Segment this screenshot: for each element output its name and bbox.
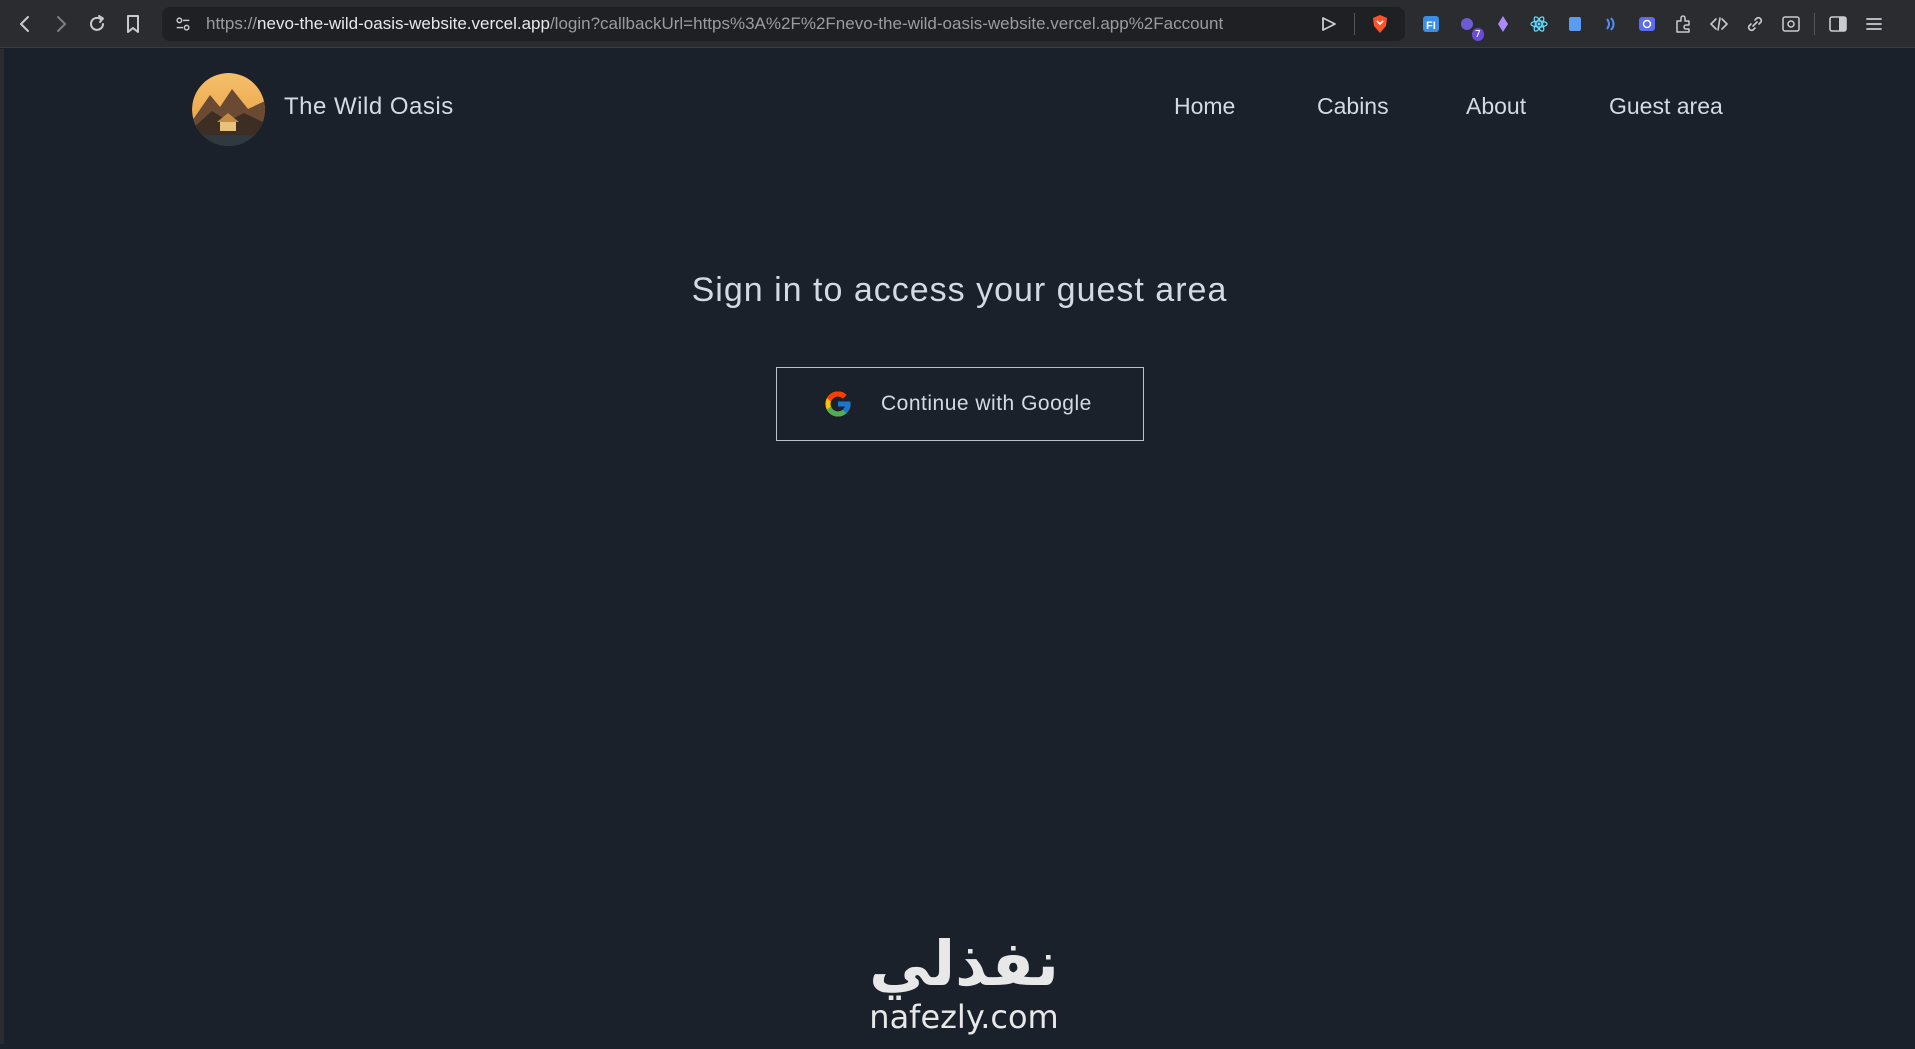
- url-host: nevo-the-wild-oasis-website.vercel.app: [257, 14, 550, 33]
- extension-fi-icon[interactable]: FI: [1418, 11, 1444, 37]
- extension-badge-icon[interactable]: 7: [1454, 11, 1484, 41]
- nav-cabins[interactable]: Cabins: [1317, 93, 1389, 120]
- extension-camera-icon[interactable]: [1634, 11, 1660, 37]
- google-icon: [825, 391, 851, 417]
- link-icon[interactable]: [1742, 11, 1768, 37]
- react-devtools-icon[interactable]: [1526, 11, 1552, 37]
- browser-toolbar: https://nevo-the-wild-oasis-website.verc…: [0, 0, 1915, 48]
- svg-text:FI: FI: [1426, 20, 1436, 32]
- menu-icon[interactable]: [1861, 11, 1887, 37]
- extension-wave-icon[interactable]: [1598, 11, 1624, 37]
- extension-purple-icon[interactable]: [1490, 11, 1516, 37]
- watermark-arabic: نفذلي: [869, 927, 1059, 1000]
- page: The Wild Oasis Home Cabins About Guest a…: [4, 49, 1915, 1044]
- divider: [1814, 13, 1815, 35]
- forward-icon[interactable]: [46, 9, 76, 39]
- nav-about[interactable]: About: [1466, 93, 1526, 120]
- url-path: /login?callbackUrl=https%3A%2F%2Fnevo-th…: [549, 14, 1224, 33]
- brave-shield-icon[interactable]: [1367, 11, 1393, 37]
- google-button-label: Continue with Google: [881, 392, 1092, 415]
- extensions-icon[interactable]: [1670, 11, 1696, 37]
- brand-name[interactable]: The Wild Oasis: [284, 93, 454, 121]
- screenshot-icon[interactable]: [1778, 11, 1804, 37]
- continue-with-google-button[interactable]: Continue with Google: [776, 367, 1144, 441]
- reload-icon[interactable]: [82, 9, 112, 39]
- watermark: نفذلي nafezly.com: [834, 929, 1094, 1049]
- bookmark-icon[interactable]: [118, 9, 148, 39]
- logo[interactable]: [192, 73, 265, 146]
- url-scheme: https://: [206, 14, 258, 33]
- watermark-latin: nafezly.com: [869, 998, 1059, 1036]
- extension-badge-count: 7: [1471, 28, 1484, 41]
- code-icon[interactable]: [1706, 11, 1732, 37]
- back-icon[interactable]: [10, 9, 40, 39]
- nav-home[interactable]: Home: [1174, 93, 1235, 120]
- address-bar[interactable]: https://nevo-the-wild-oasis-website.verc…: [162, 7, 1405, 41]
- page-title: Sign in to access your guest area: [691, 271, 1228, 309]
- nav-guest-area[interactable]: Guest area: [1609, 93, 1723, 120]
- extension-doc-icon[interactable]: [1562, 11, 1588, 37]
- url-text[interactable]: https://nevo-the-wild-oasis-website.verc…: [206, 14, 1306, 34]
- site-settings-icon[interactable]: [172, 13, 194, 35]
- divider: [1354, 13, 1355, 35]
- share-icon[interactable]: [1316, 11, 1342, 37]
- sidebar-icon[interactable]: [1825, 11, 1851, 37]
- site-header: The Wild Oasis Home Cabins About Guest a…: [4, 49, 1915, 165]
